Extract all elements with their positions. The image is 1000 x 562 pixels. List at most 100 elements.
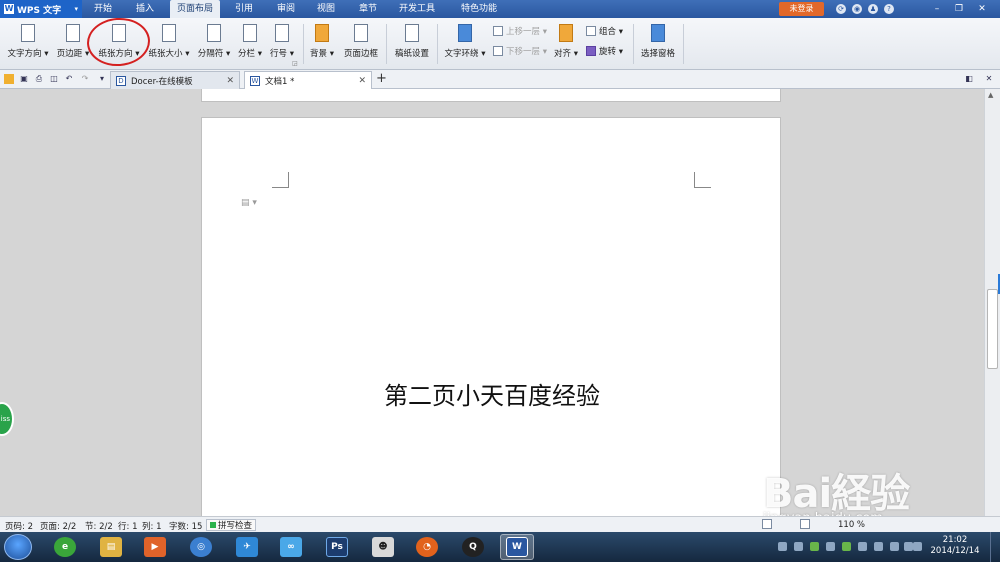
- status-words[interactable]: 字数: 15: [169, 520, 202, 532]
- ribbon-divider: [437, 24, 438, 64]
- text-wrap-button[interactable]: 文字环绕 ▾: [442, 20, 488, 66]
- print-icon[interactable]: ⎙: [34, 74, 44, 84]
- menu-start[interactable]: 开始: [88, 0, 118, 18]
- redo-icon[interactable]: ↷: [80, 74, 90, 84]
- question-icon[interactable]: ?: [884, 4, 894, 14]
- paragraph-marker-icon[interactable]: ▤ ▾: [241, 198, 257, 208]
- tray-icon[interactable]: [794, 542, 803, 551]
- menu-insert[interactable]: 插入: [128, 0, 162, 18]
- tab-close-all-icon[interactable]: ✕: [984, 74, 994, 84]
- help-icon[interactable]: ◉: [852, 4, 862, 14]
- windows-taskbar: e ▤ ▶ ◎ ✈ ∞ Ps ☻ ◔ Q W 21:02 2014/12/14: [0, 532, 1000, 562]
- page-border-button[interactable]: 页面边框: [341, 20, 381, 66]
- tab-list-icon[interactable]: ◧: [964, 74, 974, 84]
- background-button[interactable]: 背景 ▾: [308, 20, 336, 66]
- ribbon: 文字方向 ▾ 页边距 ▾ 纸张方向 ▾ 纸张大小 ▾ 分隔符 ▾ 分栏 ▾ 行号…: [0, 18, 1000, 70]
- taskbar-app[interactable]: ◎: [184, 534, 218, 560]
- taskbar-app[interactable]: ✈: [230, 534, 264, 560]
- taskbar-app[interactable]: ∞: [274, 534, 308, 560]
- menu-bar: W WPS 文字 ▾ 开始 插入 页面布局 引用 审阅 视图 章节 开发工具 特…: [0, 0, 1000, 18]
- taskbar-app-active[interactable]: W: [500, 534, 534, 560]
- ribbon-divider: [303, 24, 304, 64]
- tab-document1[interactable]: W 文档1 * ✕: [244, 71, 372, 89]
- media-player-icon: ▶: [144, 537, 166, 557]
- taskbar-app[interactable]: ☻: [366, 534, 400, 560]
- page-2[interactable]: ▤ ▾ 第二页小天百度经验: [201, 117, 781, 516]
- close-tab-icon[interactable]: ✕: [226, 76, 234, 86]
- photoshop-icon: Ps: [326, 537, 348, 557]
- undo-icon[interactable]: ↶: [64, 74, 74, 84]
- menu-view[interactable]: 视图: [310, 0, 342, 18]
- tray-icon[interactable]: [858, 542, 867, 551]
- menu-review[interactable]: 审阅: [270, 0, 302, 18]
- align-button[interactable]: 对齐 ▾: [553, 20, 579, 66]
- skin-icon[interactable]: ⟳: [836, 4, 846, 14]
- bird-icon: ✈: [236, 537, 258, 557]
- separator-button[interactable]: 分隔符 ▾: [196, 20, 232, 66]
- rotate-button[interactable]: 旋转 ▾: [586, 44, 623, 58]
- show-desktop-button[interactable]: [990, 532, 1000, 562]
- background-icon: [315, 24, 329, 42]
- view-mode-icon[interactable]: [762, 519, 772, 529]
- zoom-level[interactable]: 110 %: [838, 520, 865, 530]
- spell-check-button[interactable]: 拼写检查: [206, 519, 257, 531]
- send-backward-button[interactable]: 下移一层 ▾: [493, 44, 547, 58]
- bluetooth-icon[interactable]: [874, 542, 883, 551]
- scroll-up-icon[interactable]: ▲: [988, 91, 993, 99]
- preview-icon[interactable]: ◫: [49, 74, 59, 84]
- wps-writer-icon: W: [506, 537, 528, 557]
- taskbar-app[interactable]: ▤: [94, 534, 128, 560]
- taskbar-app[interactable]: ▶: [138, 534, 172, 560]
- minimize-icon[interactable]: –: [930, 3, 944, 15]
- bring-forward-button[interactable]: 上移一层 ▾: [493, 24, 547, 38]
- restore-icon[interactable]: ❐: [952, 3, 966, 15]
- clock[interactable]: 21:02 2014/12/14: [924, 535, 986, 557]
- new-tab-button[interactable]: +: [376, 72, 387, 86]
- tray-icon[interactable]: [826, 542, 835, 551]
- save-icon[interactable]: ▣: [19, 74, 29, 84]
- paper-size-button[interactable]: 纸张大小 ▾: [147, 20, 191, 66]
- manuscript-button[interactable]: 稿纸设置: [392, 20, 432, 66]
- close-icon[interactable]: ✕: [975, 3, 989, 15]
- folder-icon[interactable]: [4, 74, 14, 84]
- tab-docer[interactable]: D Docer-在线模板 ✕: [110, 71, 240, 89]
- status-row: 行: 1: [118, 522, 138, 532]
- document-body-text[interactable]: 第二页小天百度经验: [202, 376, 782, 411]
- scrollbar-thumb[interactable]: [987, 289, 998, 369]
- menu-developer[interactable]: 开发工具: [392, 0, 442, 18]
- shirt-icon[interactable]: ♟: [868, 4, 878, 14]
- menu-page-layout[interactable]: 页面布局: [170, 0, 220, 18]
- columns-button[interactable]: 分栏 ▾: [236, 20, 264, 66]
- tray-icon[interactable]: [890, 542, 899, 551]
- taskbar-app[interactable]: Ps: [320, 534, 354, 560]
- close-tab-icon[interactable]: ✕: [358, 76, 366, 86]
- view-mode-icon[interactable]: [800, 519, 810, 529]
- start-button[interactable]: [4, 534, 32, 560]
- document-canvas[interactable]: ▤ ▾ 第二页小天百度经验: [0, 89, 984, 516]
- status-page: 页码: 2: [5, 522, 33, 532]
- dialog-launcher-icon[interactable]: ◲: [292, 60, 298, 67]
- tray-icon[interactable]: [810, 542, 819, 551]
- bring-forward-icon: [493, 26, 503, 36]
- panda-icon: ☻: [372, 537, 394, 557]
- app-menu-button[interactable]: W WPS 文字 ▾: [0, 0, 82, 18]
- volume-icon[interactable]: [913, 542, 922, 551]
- tray-icon[interactable]: [778, 542, 787, 551]
- quick-access-dropdown-icon[interactable]: ▾: [97, 74, 107, 84]
- vertical-scrollbar[interactable]: ▲: [984, 89, 1000, 516]
- menu-chapter[interactable]: 章节: [352, 0, 384, 18]
- firefox-icon: ◔: [416, 537, 438, 557]
- login-button[interactable]: 未登录: [779, 2, 824, 16]
- app-name: WPS 文字: [17, 5, 62, 16]
- text-direction-button[interactable]: 文字方向 ▾: [6, 20, 50, 66]
- selection-pane-button[interactable]: 选择窗格: [638, 20, 678, 66]
- ribbon-divider: [633, 24, 634, 64]
- taskbar-app[interactable]: ◔: [410, 534, 444, 560]
- menu-special[interactable]: 特色功能: [456, 0, 502, 18]
- tray-icon[interactable]: [842, 542, 851, 551]
- menu-references[interactable]: 引用: [228, 0, 260, 18]
- taskbar-app[interactable]: e: [48, 534, 82, 560]
- group-button[interactable]: 组合 ▾: [586, 24, 623, 38]
- taskbar-app[interactable]: Q: [456, 534, 490, 560]
- signal-icon[interactable]: [904, 542, 913, 551]
